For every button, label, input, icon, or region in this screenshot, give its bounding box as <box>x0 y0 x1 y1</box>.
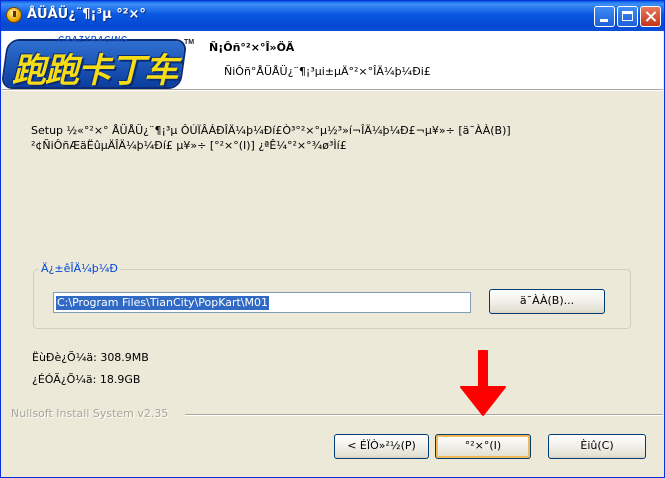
game-logo: 跑跑卡丁车 CRAZYRACING TM <box>2 33 195 91</box>
logo-text: 跑跑卡丁车 <box>12 51 178 91</box>
minimize-button[interactable] <box>594 6 615 27</box>
page-title: Ñ¡Ôñ°²×°Î»ÖÃ <box>209 41 295 54</box>
header-panel: 跑跑卡丁车 CRAZYRACING TM Ñ¡Ôñ°²×°Î»ÖÃ ÑiÔñ°Å… <box>2 31 663 91</box>
space-required: ËùÐè¿Õ¼ä: 308.9MB <box>32 351 149 364</box>
logo-trademark: TM <box>184 39 195 46</box>
close-button[interactable] <box>640 6 661 27</box>
description-line-1: Setup ½«°²×° ÅÜÅÜ¿¨¶¡³µ ÔÚÏÂÁÐÎÄ¼þ¼Ðí£Ò³… <box>31 124 511 137</box>
installer-window: ÅÜÅÜ¿¨¶¡³µ °²×° 跑跑卡丁车 CRAZYRACING TM Ñ¡Ô… <box>0 0 665 478</box>
description-line-2: ²¢ÑiÔñÆäËûµÄÎÄ¼þ¼Ðí£ µ¥»÷ [°²×°(I)] ¿ªÊ¼… <box>31 139 347 152</box>
app-icon <box>6 7 22 23</box>
logo-tagline: CRAZYRACING <box>58 35 129 44</box>
red-down-arrow-icon <box>460 350 506 416</box>
destination-group-label: Ä¿±êÎÄ¼þ¼Ð <box>39 262 120 275</box>
cancel-button[interactable]: Èiû(C) <box>548 434 646 459</box>
install-path-value[interactable]: C:\Program Files\TianCity\PopKart\M01 <box>56 296 270 310</box>
header-divider <box>2 89 663 91</box>
install-path-input[interactable]: C:\Program Files\TianCity\PopKart\M01 <box>53 292 471 313</box>
browse-button[interactable]: ä¯ÀÀ(B)... <box>489 289 605 314</box>
maximize-button[interactable] <box>617 6 638 27</box>
install-button[interactable]: °²×°(I) <box>435 434 531 459</box>
footer-divider <box>185 414 663 416</box>
page-subtitle: ÑiÔñ°ÅÜÅÜ¿¨¶¡³µi±µÄ°²×°ÎÄ¼þ¼Ði£ <box>224 65 431 78</box>
description-text: Setup ½«°²×° ÅÜÅÜ¿¨¶¡³µ ÔÚÏÂÁÐÎÄ¼þ¼Ðí£Ò³… <box>31 123 641 153</box>
back-button[interactable]: < ÉÏÒ»²½(P) <box>334 434 429 459</box>
window-title: ÅÜÅÜ¿¨¶¡³µ °²×° <box>27 7 146 22</box>
title-bar[interactable]: ÅÜÅÜ¿¨¶¡³µ °²×° <box>1 1 664 31</box>
nsis-branding: Nullsoft Install System v2.35 <box>11 407 169 420</box>
space-available: ¿ÉÓÃ¿Õ¼ä: 18.9GB <box>32 373 141 386</box>
